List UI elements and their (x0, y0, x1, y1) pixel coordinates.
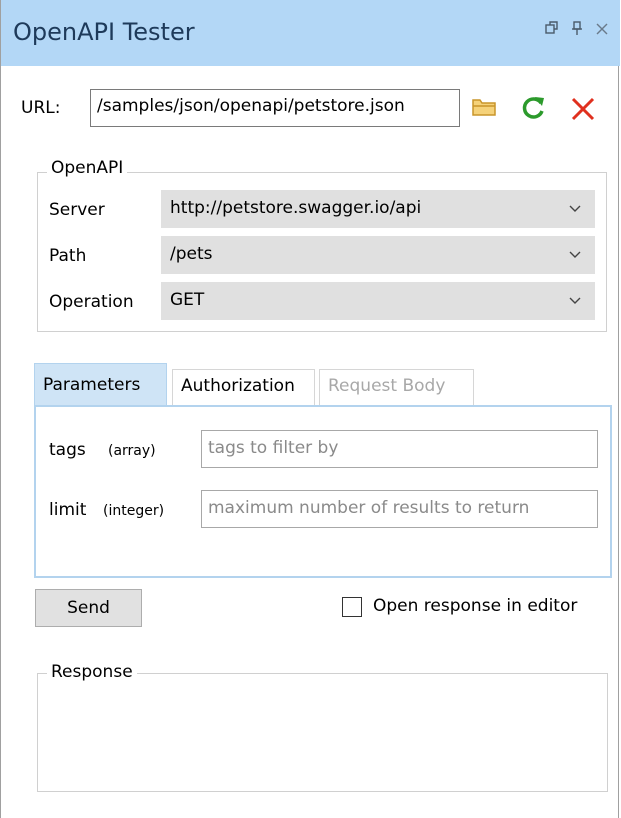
limit-input[interactable]: maximum number of results to return (201, 490, 598, 528)
response-panel (37, 673, 608, 792)
param-limit-name: limit (49, 500, 87, 520)
server-label: Server (49, 200, 105, 220)
path-label: Path (49, 246, 87, 266)
response-legend: Response (47, 662, 137, 682)
operation-label: Operation (49, 292, 134, 312)
chevron-down-icon (569, 297, 581, 304)
tab-request-body[interactable]: Request Body (319, 369, 474, 407)
tab-authorization[interactable]: Authorization (172, 369, 315, 407)
pin-icon[interactable] (569, 20, 585, 41)
path-value: /pets (170, 244, 213, 264)
chevron-down-icon (569, 251, 581, 258)
title-bar: OpenAPI Tester (1, 0, 620, 66)
openapi-group-legend: OpenAPI (47, 158, 128, 178)
open-in-editor-checkbox[interactable] (342, 597, 362, 617)
close-icon[interactable] (595, 20, 609, 41)
server-select[interactable]: http://petstore.swagger.io/api (161, 190, 595, 228)
url-input[interactable]: /samples/json/openapi/petstore.json (90, 89, 460, 127)
param-tags-type: (array) (108, 443, 156, 459)
restore-icon[interactable] (544, 20, 560, 41)
path-select[interactable]: /pets (161, 236, 595, 274)
folder-icon[interactable] (471, 96, 497, 123)
param-limit-type: (integer) (103, 503, 165, 519)
operation-select[interactable]: GET (161, 282, 595, 320)
refresh-icon[interactable] (519, 94, 547, 127)
tab-parameters[interactable]: Parameters (34, 363, 167, 407)
operation-value: GET (170, 290, 205, 310)
clear-icon[interactable] (570, 96, 596, 127)
window-title: OpenAPI Tester (13, 18, 195, 46)
open-in-editor-label[interactable]: Open response in editor (373, 596, 577, 616)
param-tags-name: tags (49, 440, 86, 460)
server-value: http://petstore.swagger.io/api (170, 198, 422, 218)
send-button[interactable]: Send (35, 589, 142, 627)
url-label: URL: (21, 98, 61, 118)
openapi-tester-panel: OpenAPI Tester URL: /samples/json/openap… (0, 0, 620, 818)
tags-input[interactable]: tags to filter by (201, 430, 598, 468)
chevron-down-icon (569, 205, 581, 212)
